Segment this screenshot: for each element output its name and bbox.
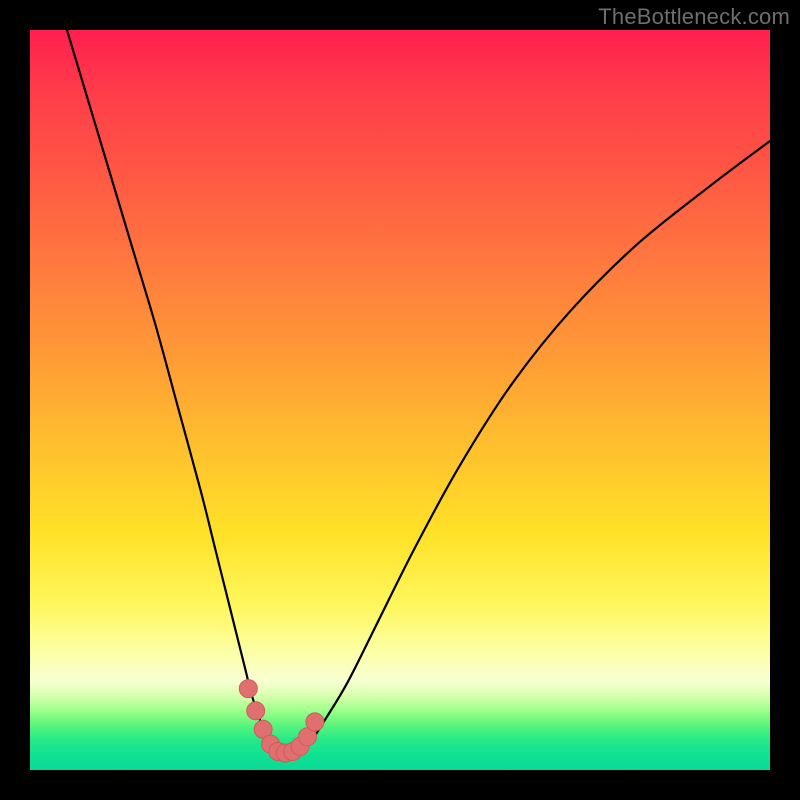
curve-overlay	[30, 30, 770, 770]
marker-group	[239, 680, 324, 762]
plot-area	[30, 30, 770, 770]
bottleneck-curve	[67, 30, 770, 756]
marker-dot	[306, 713, 324, 731]
chart-frame: TheBottleneck.com	[0, 0, 800, 800]
marker-dot	[239, 680, 257, 698]
watermark-text: TheBottleneck.com	[598, 4, 790, 30]
marker-dot	[247, 702, 265, 720]
